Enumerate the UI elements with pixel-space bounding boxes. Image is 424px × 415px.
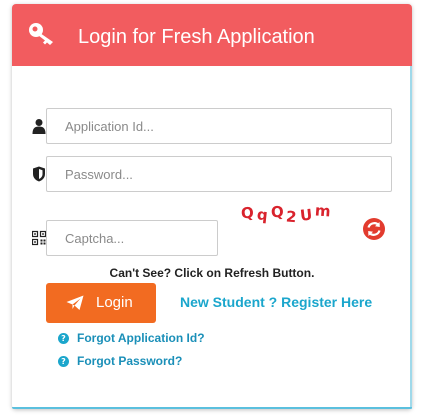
refresh-hint: Can't See? Click on Refresh Button.	[109, 266, 315, 280]
card-border-bottom	[12, 407, 412, 409]
login-button-label: Login	[96, 294, 133, 311]
question-icon: ?	[58, 333, 69, 345]
application-id-input[interactable]	[46, 108, 392, 144]
shield-icon	[33, 166, 45, 182]
register-link[interactable]: New Student ? Register Here	[180, 294, 372, 310]
forgot-password-label: Forgot Password?	[77, 354, 183, 368]
captcha-input[interactable]	[46, 220, 218, 256]
login-header: Login for Fresh Application	[12, 4, 412, 66]
paper-plane-icon	[66, 295, 84, 310]
page-title: Login for Fresh Application	[78, 26, 315, 48]
login-button[interactable]: Login	[46, 283, 156, 323]
forgot-application-id-label: Forgot Application Id?	[77, 331, 205, 345]
captcha-image: QqQ2Um	[240, 201, 335, 227]
card-border-right	[410, 66, 412, 409]
qr-code-icon	[32, 230, 46, 246]
forgot-application-id-link[interactable]: ? Forgot Application Id?	[58, 331, 205, 345]
key-icon	[29, 23, 53, 45]
user-icon	[32, 119, 46, 134]
login-card: Login for Fresh Application QqQ2Um Can't…	[12, 4, 412, 409]
refresh-icon[interactable]	[362, 217, 386, 241]
password-input[interactable]	[46, 156, 392, 192]
forgot-password-link[interactable]: ? Forgot Password?	[58, 354, 182, 368]
question-icon: ?	[58, 356, 69, 368]
